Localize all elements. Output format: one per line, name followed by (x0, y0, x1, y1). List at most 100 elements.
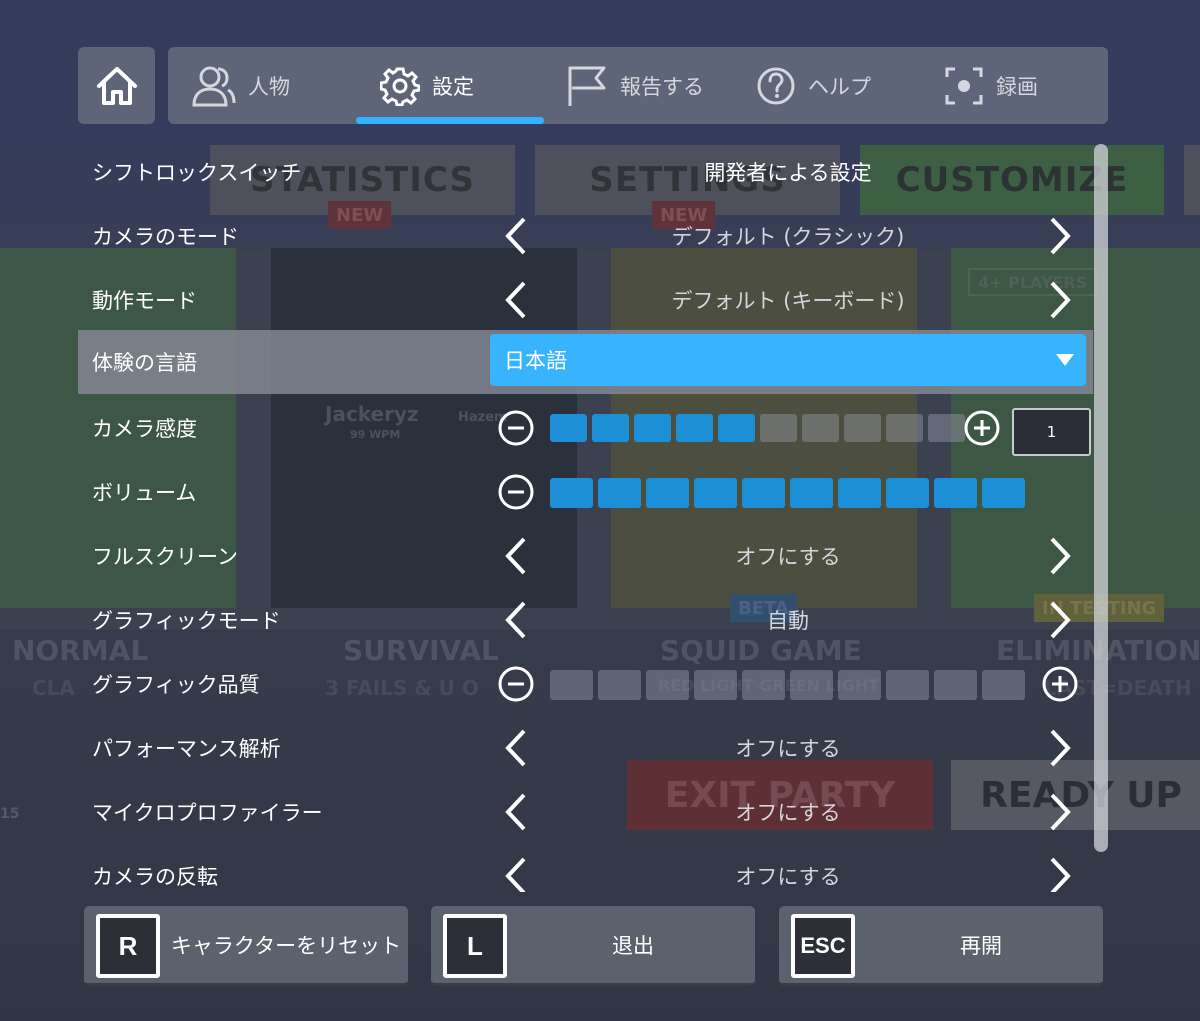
setting-volume: ボリューム (78, 460, 1093, 524)
previous-option-button[interactable] (496, 792, 536, 832)
camera-sensitivity-slider[interactable] (550, 414, 965, 442)
tab-help[interactable]: ヘルプ (756, 47, 871, 124)
slider-segment[interactable] (550, 478, 593, 508)
slider-segment[interactable] (646, 478, 689, 508)
slider-segment[interactable] (886, 414, 923, 442)
setting-movement-mode: 動作モード デフォルト (キーボード) (78, 268, 1093, 332)
next-option-button[interactable] (1040, 728, 1080, 768)
setting-value: オフにする (735, 545, 841, 569)
next-option-button[interactable] (1040, 216, 1080, 256)
slider-segment[interactable] (838, 478, 881, 508)
previous-option-button[interactable] (496, 216, 536, 256)
slider-segment[interactable] (982, 478, 1025, 508)
slider-segment[interactable] (598, 670, 641, 700)
setting-label: マイクロプロファイラー (92, 801, 323, 825)
chevron-left-icon (505, 217, 526, 255)
setting-label: シフトロックスイッチ (92, 161, 302, 185)
sensitivity-input[interactable]: 1 (1012, 408, 1091, 456)
slider-segment[interactable] (982, 670, 1025, 700)
slider-segment[interactable] (760, 414, 797, 442)
setting-value: オフにする (735, 737, 841, 761)
tab-help-label: ヘルプ (808, 74, 871, 99)
next-option-button[interactable] (1040, 280, 1080, 320)
home-button[interactable] (78, 47, 155, 124)
chevron-right-icon (1050, 601, 1071, 639)
next-option-button[interactable] (1040, 856, 1080, 892)
setting-label: グラフィック品質 (92, 673, 260, 697)
slider-segment[interactable] (838, 670, 881, 700)
slider-segment[interactable] (742, 478, 785, 508)
home-icon (96, 66, 137, 105)
reset-character-button[interactable]: R キャラクターをリセット (84, 906, 408, 986)
next-option-button[interactable] (1040, 536, 1080, 576)
setting-camera-mode: カメラのモード デフォルト (クラシック) (78, 204, 1093, 268)
increase-button[interactable] (1042, 666, 1078, 702)
people-icon (192, 66, 236, 106)
resume-game-button[interactable]: ESC 再開 (779, 906, 1103, 986)
setting-camera-inverted: カメラの反転 オフにする (78, 844, 1093, 892)
graphics-quality-slider[interactable] (550, 670, 1025, 700)
setting-label: フルスクリーン (92, 545, 238, 569)
tab-settings[interactable]: 設定 (380, 47, 474, 124)
decrease-button[interactable] (498, 410, 534, 446)
chevron-left-icon (505, 281, 526, 319)
slider-segment[interactable] (790, 670, 833, 700)
setting-label: ボリューム (92, 481, 197, 505)
settings-scrollbar[interactable] (1094, 144, 1108, 852)
previous-option-button[interactable] (496, 600, 536, 640)
previous-option-button[interactable] (496, 536, 536, 576)
setting-value: 自動 (767, 609, 809, 633)
setting-label: カメラ感度 (92, 417, 197, 441)
slider-segment[interactable] (790, 478, 833, 508)
slider-segment[interactable] (886, 670, 929, 700)
setting-graphics-quality: グラフィック品質 (78, 652, 1093, 716)
next-option-button[interactable] (1040, 792, 1080, 832)
slider-segment[interactable] (718, 414, 755, 442)
language-dropdown[interactable]: 日本語 (490, 334, 1086, 386)
tab-record[interactable]: 録画 (944, 47, 1038, 124)
decrease-button[interactable] (498, 474, 534, 510)
tab-report[interactable]: 報告する (566, 47, 704, 124)
slider-segment[interactable] (694, 670, 737, 700)
tab-people[interactable]: 人物 (190, 47, 290, 124)
chevron-left-icon (505, 601, 526, 639)
slider-segment[interactable] (598, 478, 641, 508)
slider-segment[interactable] (676, 414, 713, 442)
previous-option-button[interactable] (496, 728, 536, 768)
slider-segment[interactable] (634, 414, 671, 442)
slider-segment[interactable] (550, 670, 593, 700)
previous-option-button[interactable] (496, 280, 536, 320)
decrease-button[interactable] (498, 666, 534, 702)
chevron-left-icon (505, 537, 526, 575)
key-hint: ESC (791, 914, 855, 978)
slider-segment[interactable] (802, 414, 839, 442)
slider-segment[interactable] (928, 414, 965, 442)
setting-value: 開発者による設定 (704, 161, 872, 185)
slider-segment[interactable] (694, 478, 737, 508)
tab-people-label: 人物 (248, 74, 290, 99)
increase-button[interactable] (964, 410, 1000, 446)
slider-segment[interactable] (886, 478, 929, 508)
caret-down-icon (1056, 354, 1074, 366)
leave-game-button[interactable]: L 退出 (431, 906, 755, 986)
resume-game-label: 再開 (960, 933, 1002, 958)
slider-segment[interactable] (550, 414, 587, 442)
tab-settings-label: 設定 (432, 74, 474, 99)
setting-label: 動作モード (92, 289, 197, 313)
flag-icon (568, 66, 606, 106)
gear-icon (380, 67, 420, 106)
slider-segment[interactable] (934, 670, 977, 700)
next-option-button[interactable] (1040, 600, 1080, 640)
slider-segment[interactable] (844, 414, 881, 442)
setting-graphics-mode: グラフィックモード 自動 (78, 588, 1093, 652)
chevron-right-icon (1050, 281, 1071, 319)
setting-label: カメラの反転 (92, 865, 218, 889)
menu-tab-bar: 人物 設定 報告する ヘルプ 録画 (168, 47, 1108, 124)
previous-option-button[interactable] (496, 856, 536, 892)
volume-slider[interactable] (550, 478, 1025, 508)
settings-list[interactable]: シフトロックスイッチ 開発者による設定 カメラのモード デフォルト (クラシック… (78, 140, 1108, 892)
slider-segment[interactable] (592, 414, 629, 442)
slider-segment[interactable] (742, 670, 785, 700)
slider-segment[interactable] (646, 670, 689, 700)
slider-segment[interactable] (934, 478, 977, 508)
